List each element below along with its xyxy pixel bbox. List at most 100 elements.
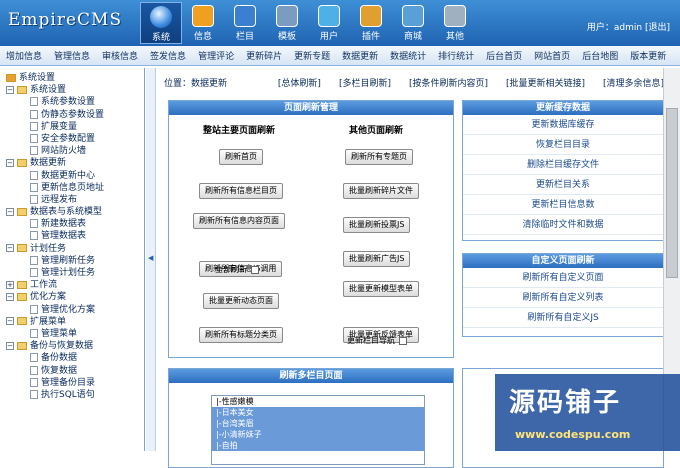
nav-user[interactable]: 用户 bbox=[308, 2, 350, 44]
menu-item[interactable]: 网站首页 bbox=[534, 49, 570, 62]
nav-info[interactable]: 信息 bbox=[182, 2, 224, 44]
tree-node[interactable]: − 备份与恢复数据 bbox=[6, 340, 144, 352]
collapse-arrow-icon[interactable]: ◀ bbox=[148, 254, 153, 262]
tree-node[interactable]: 网站防火墙 bbox=[6, 145, 144, 157]
logout-link[interactable]: [退出] bbox=[645, 23, 670, 33]
menu-item[interactable]: 数据统计 bbox=[390, 49, 426, 62]
expand-icon[interactable]: + bbox=[6, 280, 14, 289]
refresh-left-button[interactable]: 刷新所有信息栏目页 bbox=[199, 183, 283, 199]
custom-refresh-link[interactable]: 刷新所有自定义JS bbox=[463, 308, 663, 328]
cache-link[interactable]: 清除临时文件和数据 bbox=[463, 215, 663, 235]
menu-item[interactable]: 增加信息 bbox=[6, 49, 42, 62]
collapse-icon[interactable]: − bbox=[6, 244, 14, 253]
tree-node[interactable]: − 数据表与系统模型 bbox=[6, 206, 144, 218]
refresh-right-button[interactable]: 批量刷新碎片文件 bbox=[343, 183, 419, 199]
menu-item[interactable]: 后台地图 bbox=[582, 49, 618, 62]
menu-item[interactable]: 审核信息 bbox=[102, 49, 138, 62]
tree-node[interactable]: 管理计划任务 bbox=[6, 267, 144, 279]
tree-node[interactable]: − 扩展菜单 bbox=[6, 316, 144, 328]
tree-node[interactable]: 管理菜单 bbox=[6, 328, 144, 340]
tree-node[interactable]: 数据更新中心 bbox=[6, 170, 144, 182]
cache-link[interactable]: 更新数据库缓存 bbox=[463, 115, 663, 135]
list-item[interactable]: |-性感嫩模 bbox=[212, 396, 424, 407]
refresh-right-button[interactable]: 批量刷新广告JS bbox=[343, 251, 411, 267]
custom-refresh-link[interactable]: 刷新所有自定义页面 bbox=[463, 268, 663, 288]
list-item[interactable]: |-日本美女 bbox=[212, 407, 424, 418]
nav-plugin[interactable]: 插件 bbox=[350, 2, 392, 44]
breadcrumb-link[interactable]: [多栏目刷新] bbox=[339, 79, 391, 89]
menu-item[interactable]: 管理信息 bbox=[54, 49, 90, 62]
menu-item[interactable]: 版本更新 bbox=[630, 49, 666, 62]
refresh-left-button[interactable]: 刷新首页 bbox=[219, 149, 263, 165]
tree-node[interactable]: 管理数据表 bbox=[6, 230, 144, 242]
folder-icon bbox=[17, 207, 27, 216]
breadcrumb-link[interactable]: [清理多余信息] bbox=[603, 79, 664, 89]
cache-link[interactable]: 更新栏目信息数 bbox=[463, 195, 663, 215]
page-icon bbox=[30, 353, 38, 363]
tree-node[interactable]: 伪静态参数设置 bbox=[6, 109, 144, 121]
tree-node[interactable]: + 工作流 bbox=[6, 279, 144, 291]
refresh-right-button[interactable]: 刷新所有专题页 bbox=[345, 149, 413, 165]
tree-node[interactable]: − 计划任务 bbox=[6, 243, 144, 255]
menu-item[interactable]: 数据更新 bbox=[342, 49, 378, 62]
cache-link[interactable]: 删除栏目缓存文件 bbox=[463, 155, 663, 175]
tree-node[interactable]: 管理优化方案 bbox=[6, 304, 144, 316]
nav-system[interactable]: 系统 bbox=[140, 2, 182, 44]
breadcrumb-current[interactable]: 数据更新 bbox=[191, 79, 227, 89]
tree-node[interactable]: 执行SQL语句 bbox=[6, 389, 144, 401]
refresh-left-button[interactable]: 刷新所有信息内容页面 bbox=[193, 213, 285, 229]
tree-node[interactable]: 扩展变量 bbox=[6, 121, 144, 133]
collapse-icon[interactable]: − bbox=[6, 158, 14, 167]
column-listbox[interactable]: |-性感嫩模 |-日本美女 |-台湾美眉 |-小清新妹子 |-自拍 bbox=[211, 395, 425, 465]
collapse-icon[interactable]: − bbox=[6, 85, 14, 94]
custom-refresh-link[interactable]: 刷新所有自定义列表 bbox=[463, 288, 663, 308]
checkbox-icon[interactable] bbox=[251, 265, 259, 274]
tree-node[interactable]: 安全参数配置 bbox=[6, 133, 144, 145]
refresh-right-button[interactable]: 批量更新模型表单 bbox=[343, 281, 419, 297]
collapse-icon[interactable]: − bbox=[6, 317, 14, 326]
refresh-left-button[interactable]: 刷新所有标题分类页 bbox=[199, 327, 283, 343]
tree-node[interactable]: 管理备份目录 bbox=[6, 377, 144, 389]
breadcrumb-link[interactable]: [按条件刷新内容页] bbox=[409, 79, 488, 89]
collapse-icon[interactable]: − bbox=[6, 207, 14, 216]
folder-icon bbox=[17, 244, 27, 253]
scrollbar-thumb[interactable] bbox=[666, 108, 678, 278]
all-refresh-checkbox[interactable]: 全部刷新 bbox=[215, 264, 259, 275]
nav-column[interactable]: 栏目 bbox=[224, 2, 266, 44]
collapse-icon[interactable]: − bbox=[6, 292, 14, 301]
list-item[interactable]: |-台湾美眉 bbox=[212, 418, 424, 429]
tree-node[interactable]: 管理刷新任务 bbox=[6, 255, 144, 267]
breadcrumb-link[interactable]: [总体刷新] bbox=[278, 79, 321, 89]
menu-item[interactable]: 排行统计 bbox=[438, 49, 474, 62]
sidebar-splitter[interactable]: ◀ bbox=[146, 68, 156, 451]
top-banner: EmpireCMS 系统 信息 栏目 模板 用户 插件 商城 其他 用户：admin [退出] bbox=[0, 0, 680, 46]
tree-node[interactable]: − 数据更新 bbox=[6, 157, 144, 169]
cache-link[interactable]: 更新栏目关系 bbox=[463, 175, 663, 195]
menu-item[interactable]: 管理评论 bbox=[198, 49, 234, 62]
tree-node[interactable]: 恢复数据 bbox=[6, 365, 144, 377]
breadcrumb-link[interactable]: [批量更新相关链接] bbox=[506, 79, 585, 89]
list-item[interactable]: |-小清新妹子 bbox=[212, 429, 424, 440]
tree-node[interactable]: 更新信息页地址 bbox=[6, 182, 144, 194]
collapse-icon[interactable]: − bbox=[6, 341, 14, 350]
nav-other[interactable]: 其他 bbox=[434, 2, 476, 44]
tree-node[interactable]: 远程发布 bbox=[6, 194, 144, 206]
menu-item[interactable]: 更新碎片 bbox=[246, 49, 282, 62]
menu-item[interactable]: 后台首页 bbox=[486, 49, 522, 62]
tree-node[interactable]: − 系统设置 bbox=[6, 84, 144, 96]
menu-item[interactable]: 签发信息 bbox=[150, 49, 186, 62]
nav-shop[interactable]: 商城 bbox=[392, 2, 434, 44]
nav-update-checkbox[interactable]: 更新栏目导航 bbox=[347, 335, 407, 346]
tree-node[interactable]: 系统参数设置 bbox=[6, 96, 144, 108]
tree-node[interactable]: 备份数据 bbox=[6, 352, 144, 364]
tree-node[interactable]: 新建数据表 bbox=[6, 218, 144, 230]
refresh-right-button[interactable]: 批量刷新投票JS bbox=[343, 217, 411, 233]
cache-link[interactable]: 恢复栏目目录 bbox=[463, 135, 663, 155]
tree-node[interactable]: 系统设置 bbox=[6, 72, 144, 84]
checkbox-icon[interactable] bbox=[399, 336, 407, 345]
list-item[interactable]: |-自拍 bbox=[212, 440, 424, 451]
refresh-left-button[interactable]: 批量更新动态页面 bbox=[203, 293, 279, 309]
menu-item[interactable]: 更新专题 bbox=[294, 49, 330, 62]
nav-template[interactable]: 模板 bbox=[266, 2, 308, 44]
tree-node[interactable]: − 优化方案 bbox=[6, 291, 144, 303]
